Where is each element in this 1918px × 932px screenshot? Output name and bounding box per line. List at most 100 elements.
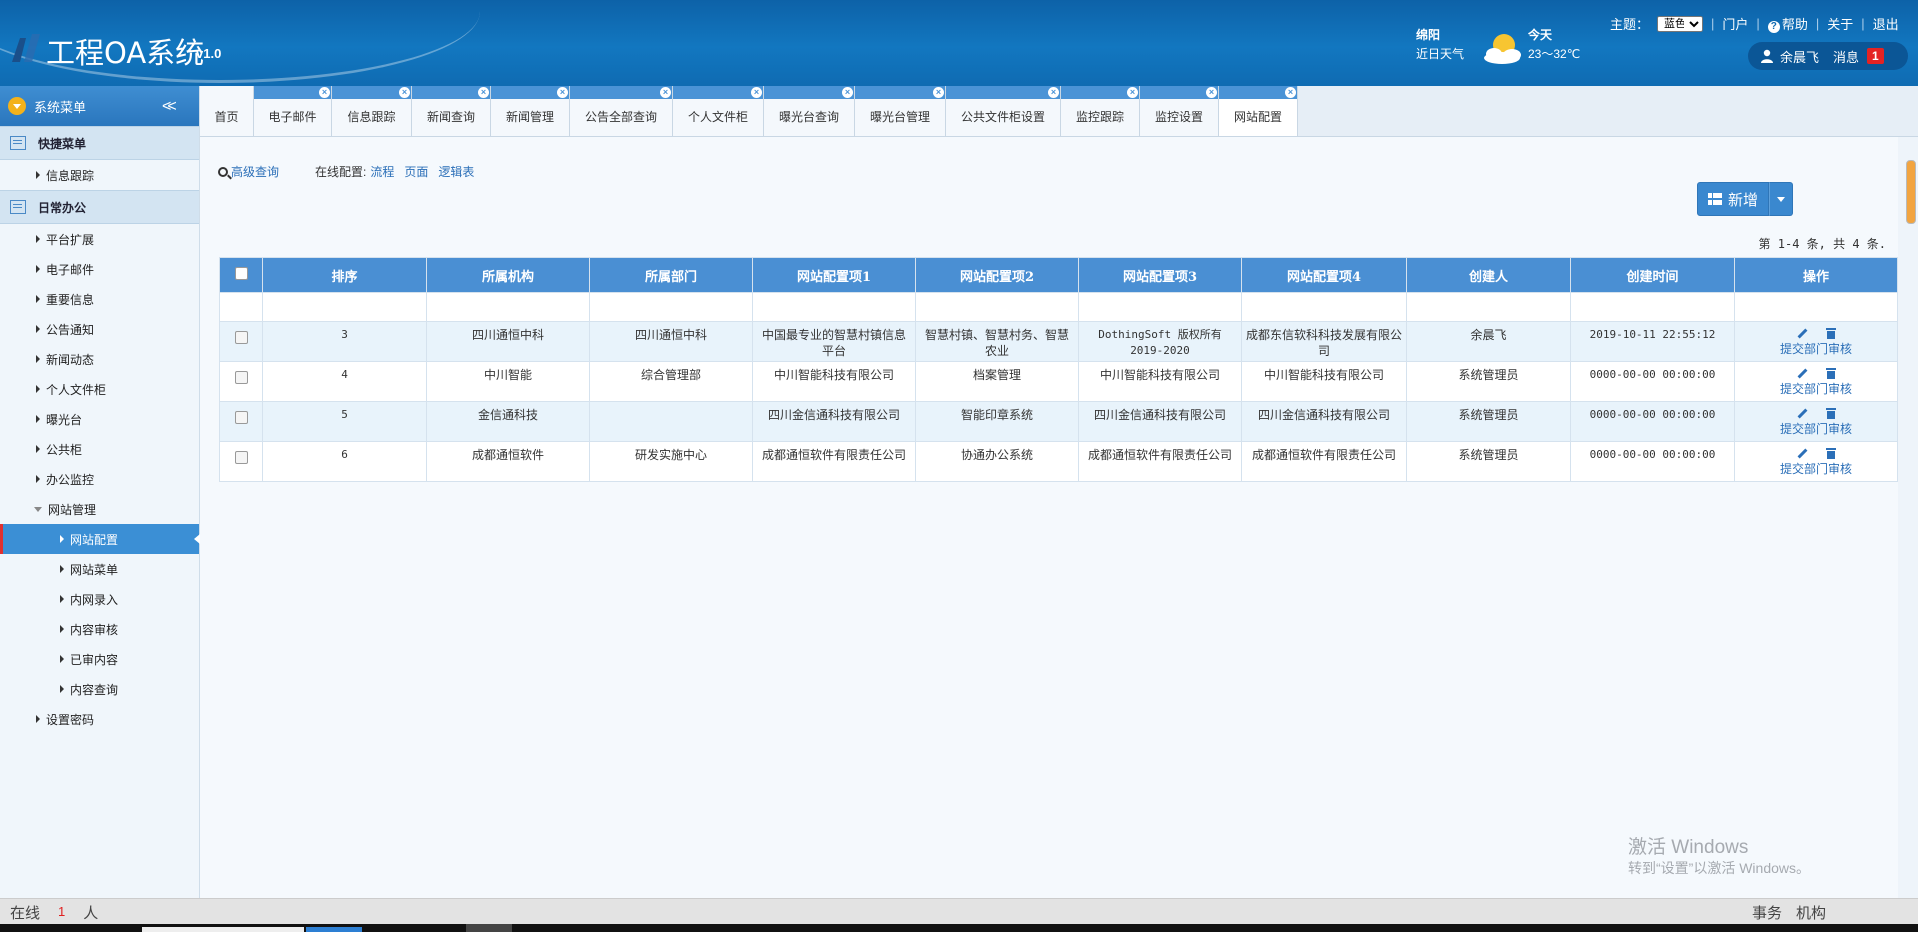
pencil-icon[interactable] — [1796, 407, 1808, 419]
portal-link[interactable]: 门户 — [1722, 14, 1748, 33]
add-dropdown-toggle[interactable] — [1769, 182, 1793, 216]
tab-public-cabinet-settings[interactable]: × 公共文件柜设置 — [946, 86, 1061, 136]
tab-exposure-query[interactable]: × 曝光台查询 — [764, 86, 855, 136]
tab-close-icon[interactable]: × — [933, 87, 944, 98]
tab-info-tracking[interactable]: × 信息跟踪 — [332, 86, 412, 136]
affairs-link[interactable]: 事务 — [1752, 902, 1782, 923]
pencil-icon[interactable] — [1796, 367, 1808, 379]
sidebar-item-website-config[interactable]: 网站配置 — [0, 524, 200, 554]
trash-icon[interactable] — [1826, 367, 1836, 379]
submit-review-link[interactable]: 提交部门审核 — [1739, 381, 1893, 397]
pencil-icon[interactable] — [1796, 447, 1808, 459]
sidebar-item[interactable]: 已审内容 — [0, 644, 199, 674]
sidebar-item[interactable]: 曝光台 — [0, 404, 199, 434]
tab-close-icon[interactable]: × — [319, 87, 330, 98]
tab-close-icon[interactable]: × — [399, 87, 410, 98]
tab-notice-query[interactable]: × 公告全部查询 — [570, 86, 673, 136]
column-header[interactable]: 网站配置项4 — [1241, 257, 1407, 293]
tab-close-icon[interactable]: × — [751, 87, 762, 98]
sidebar-item[interactable]: 内容查询 — [0, 674, 199, 704]
sidebar: 系统菜单 << 快捷菜单 信息跟踪 日常办公 平台扩展 电子邮件 重要信息 公告… — [0, 86, 200, 898]
table-row[interactable]: 6 成都通恒软件 研发实施中心 成都通恒软件有限责任公司 协通办公系统 成都通恒… — [219, 441, 1898, 482]
submit-review-link[interactable]: 提交部门审核 — [1739, 341, 1893, 357]
submit-review-link[interactable]: 提交部门审核 — [1739, 421, 1893, 437]
tab-close-icon[interactable]: × — [1048, 87, 1059, 98]
add-button[interactable]: 新增 — [1697, 182, 1769, 216]
submit-review-link[interactable]: 提交部门审核 — [1739, 461, 1893, 477]
tab-personal-cabinet[interactable]: × 个人文件柜 — [673, 86, 764, 136]
trash-icon[interactable] — [1826, 327, 1836, 339]
config-link-page[interactable]: 页面 — [404, 163, 428, 180]
about-link[interactable]: 关于 — [1827, 14, 1853, 33]
sidebar-item-info-tracking[interactable]: 信息跟踪 — [0, 160, 199, 190]
row-checkbox[interactable] — [234, 331, 248, 344]
weather-today-label: 今天 — [1528, 28, 1553, 42]
advanced-search-link[interactable]: 高级查询 — [231, 163, 279, 180]
config-link-logic-table[interactable]: 逻辑表 — [438, 163, 474, 180]
sidebar-item[interactable]: 新闻动态 — [0, 344, 199, 374]
arrow-right-icon — [36, 171, 40, 179]
column-header[interactable]: 网站配置项2 — [915, 257, 1079, 293]
row-checkbox[interactable] — [234, 451, 248, 464]
tab-close-icon[interactable]: × — [660, 87, 671, 98]
pencil-icon[interactable] — [1796, 327, 1808, 339]
column-header[interactable]: 网站配置项3 — [1078, 257, 1242, 293]
sidebar-item[interactable]: 网站菜单 — [0, 554, 199, 584]
sidebar-group-daily[interactable]: 日常办公 — [0, 190, 199, 224]
tab-email[interactable]: × 电子邮件 — [254, 86, 332, 136]
trash-icon[interactable] — [1826, 447, 1836, 459]
sidebar-item-set-password[interactable]: 设置密码 — [0, 704, 199, 734]
help-link[interactable]: ? 帮助 — [1767, 14, 1808, 33]
sidebar-item[interactable]: 公共柜 — [0, 434, 199, 464]
table-row[interactable]: 5 金信通科技 四川金信通科技有限公司 智能印章系统 四川金信通科技有限公司 四… — [219, 401, 1898, 442]
tab-close-icon[interactable]: × — [1127, 87, 1138, 98]
tab-news-query[interactable]: × 新闻查询 — [412, 86, 491, 136]
column-header[interactable]: 所属部门 — [589, 257, 753, 293]
user-name[interactable]: 余晨飞 — [1780, 47, 1819, 66]
select-all-checkbox[interactable] — [219, 257, 263, 293]
row-checkbox[interactable] — [234, 371, 248, 384]
tab-website-config[interactable]: × 网站配置 — [1219, 86, 1298, 136]
message-link[interactable]: 消息 — [1833, 47, 1859, 66]
sidebar-item[interactable]: 办公监控 — [0, 464, 199, 494]
data-table: 排序 所属机构 所属部门 网站配置项1 网站配置项2 网站配置项3 网站配置项4… — [219, 257, 1898, 482]
tab-close-icon[interactable]: × — [842, 87, 853, 98]
sidebar-item[interactable]: 内网录入 — [0, 584, 199, 614]
logout-link[interactable]: 退出 — [1873, 14, 1899, 33]
tab-news-management[interactable]: × 新闻管理 — [491, 86, 570, 136]
message-count-badge[interactable]: 1 — [1867, 48, 1884, 64]
theme-select[interactable]: 蓝色 — [1657, 15, 1704, 32]
column-header[interactable]: 所属机构 — [426, 257, 590, 293]
column-header[interactable]: 创建时间 — [1570, 257, 1735, 293]
table-row[interactable]: 3 四川通恒中科 四川通恒中科 中国最专业的智慧村镇信息平台 智慧村镇、智慧村务… — [219, 321, 1898, 362]
org-link[interactable]: 机构 — [1796, 902, 1826, 923]
tab-close-icon[interactable]: × — [1285, 87, 1296, 98]
tab-close-icon[interactable]: × — [478, 87, 489, 98]
windows-activation-hint: 转到“设置”以激活 Windows。 — [1628, 860, 1811, 876]
config-link-process[interactable]: 流程 — [370, 163, 394, 180]
trash-icon[interactable] — [1826, 407, 1836, 419]
tab-home[interactable]: 首页 — [200, 86, 254, 136]
arrow-right-icon — [36, 355, 40, 363]
row-checkbox[interactable] — [234, 411, 248, 424]
vertical-scrollbar[interactable] — [1906, 160, 1916, 224]
tab-exposure-management[interactable]: × 曝光台管理 — [855, 86, 946, 136]
tab-close-icon[interactable]: × — [1206, 87, 1217, 98]
online-config-label: 在线配置: — [315, 165, 367, 179]
column-header[interactable]: 创建人 — [1406, 257, 1571, 293]
tab-monitor-settings[interactable]: × 监控设置 — [1140, 86, 1219, 136]
sidebar-item[interactable]: 公告通知 — [0, 314, 199, 344]
sidebar-group-quick[interactable]: 快捷菜单 — [0, 126, 199, 160]
tab-close-icon[interactable]: × — [557, 87, 568, 98]
collapse-icon[interactable]: << — [162, 98, 177, 116]
column-header[interactable]: 网站配置项1 — [752, 257, 916, 293]
sidebar-item-website-management[interactable]: 网站管理 — [0, 494, 199, 524]
sidebar-item[interactable]: 重要信息 — [0, 284, 199, 314]
sidebar-item[interactable]: 个人文件柜 — [0, 374, 199, 404]
column-header[interactable]: 排序 — [262, 257, 427, 293]
sidebar-item[interactable]: 电子邮件 — [0, 254, 199, 284]
sidebar-item[interactable]: 内容审核 — [0, 614, 199, 644]
tab-monitor-tracking[interactable]: × 监控跟踪 — [1061, 86, 1140, 136]
table-row[interactable]: 4 中川智能 综合管理部 中川智能科技有限公司 档案管理 中川智能科技有限公司 … — [219, 361, 1898, 402]
sidebar-item[interactable]: 平台扩展 — [0, 224, 199, 254]
